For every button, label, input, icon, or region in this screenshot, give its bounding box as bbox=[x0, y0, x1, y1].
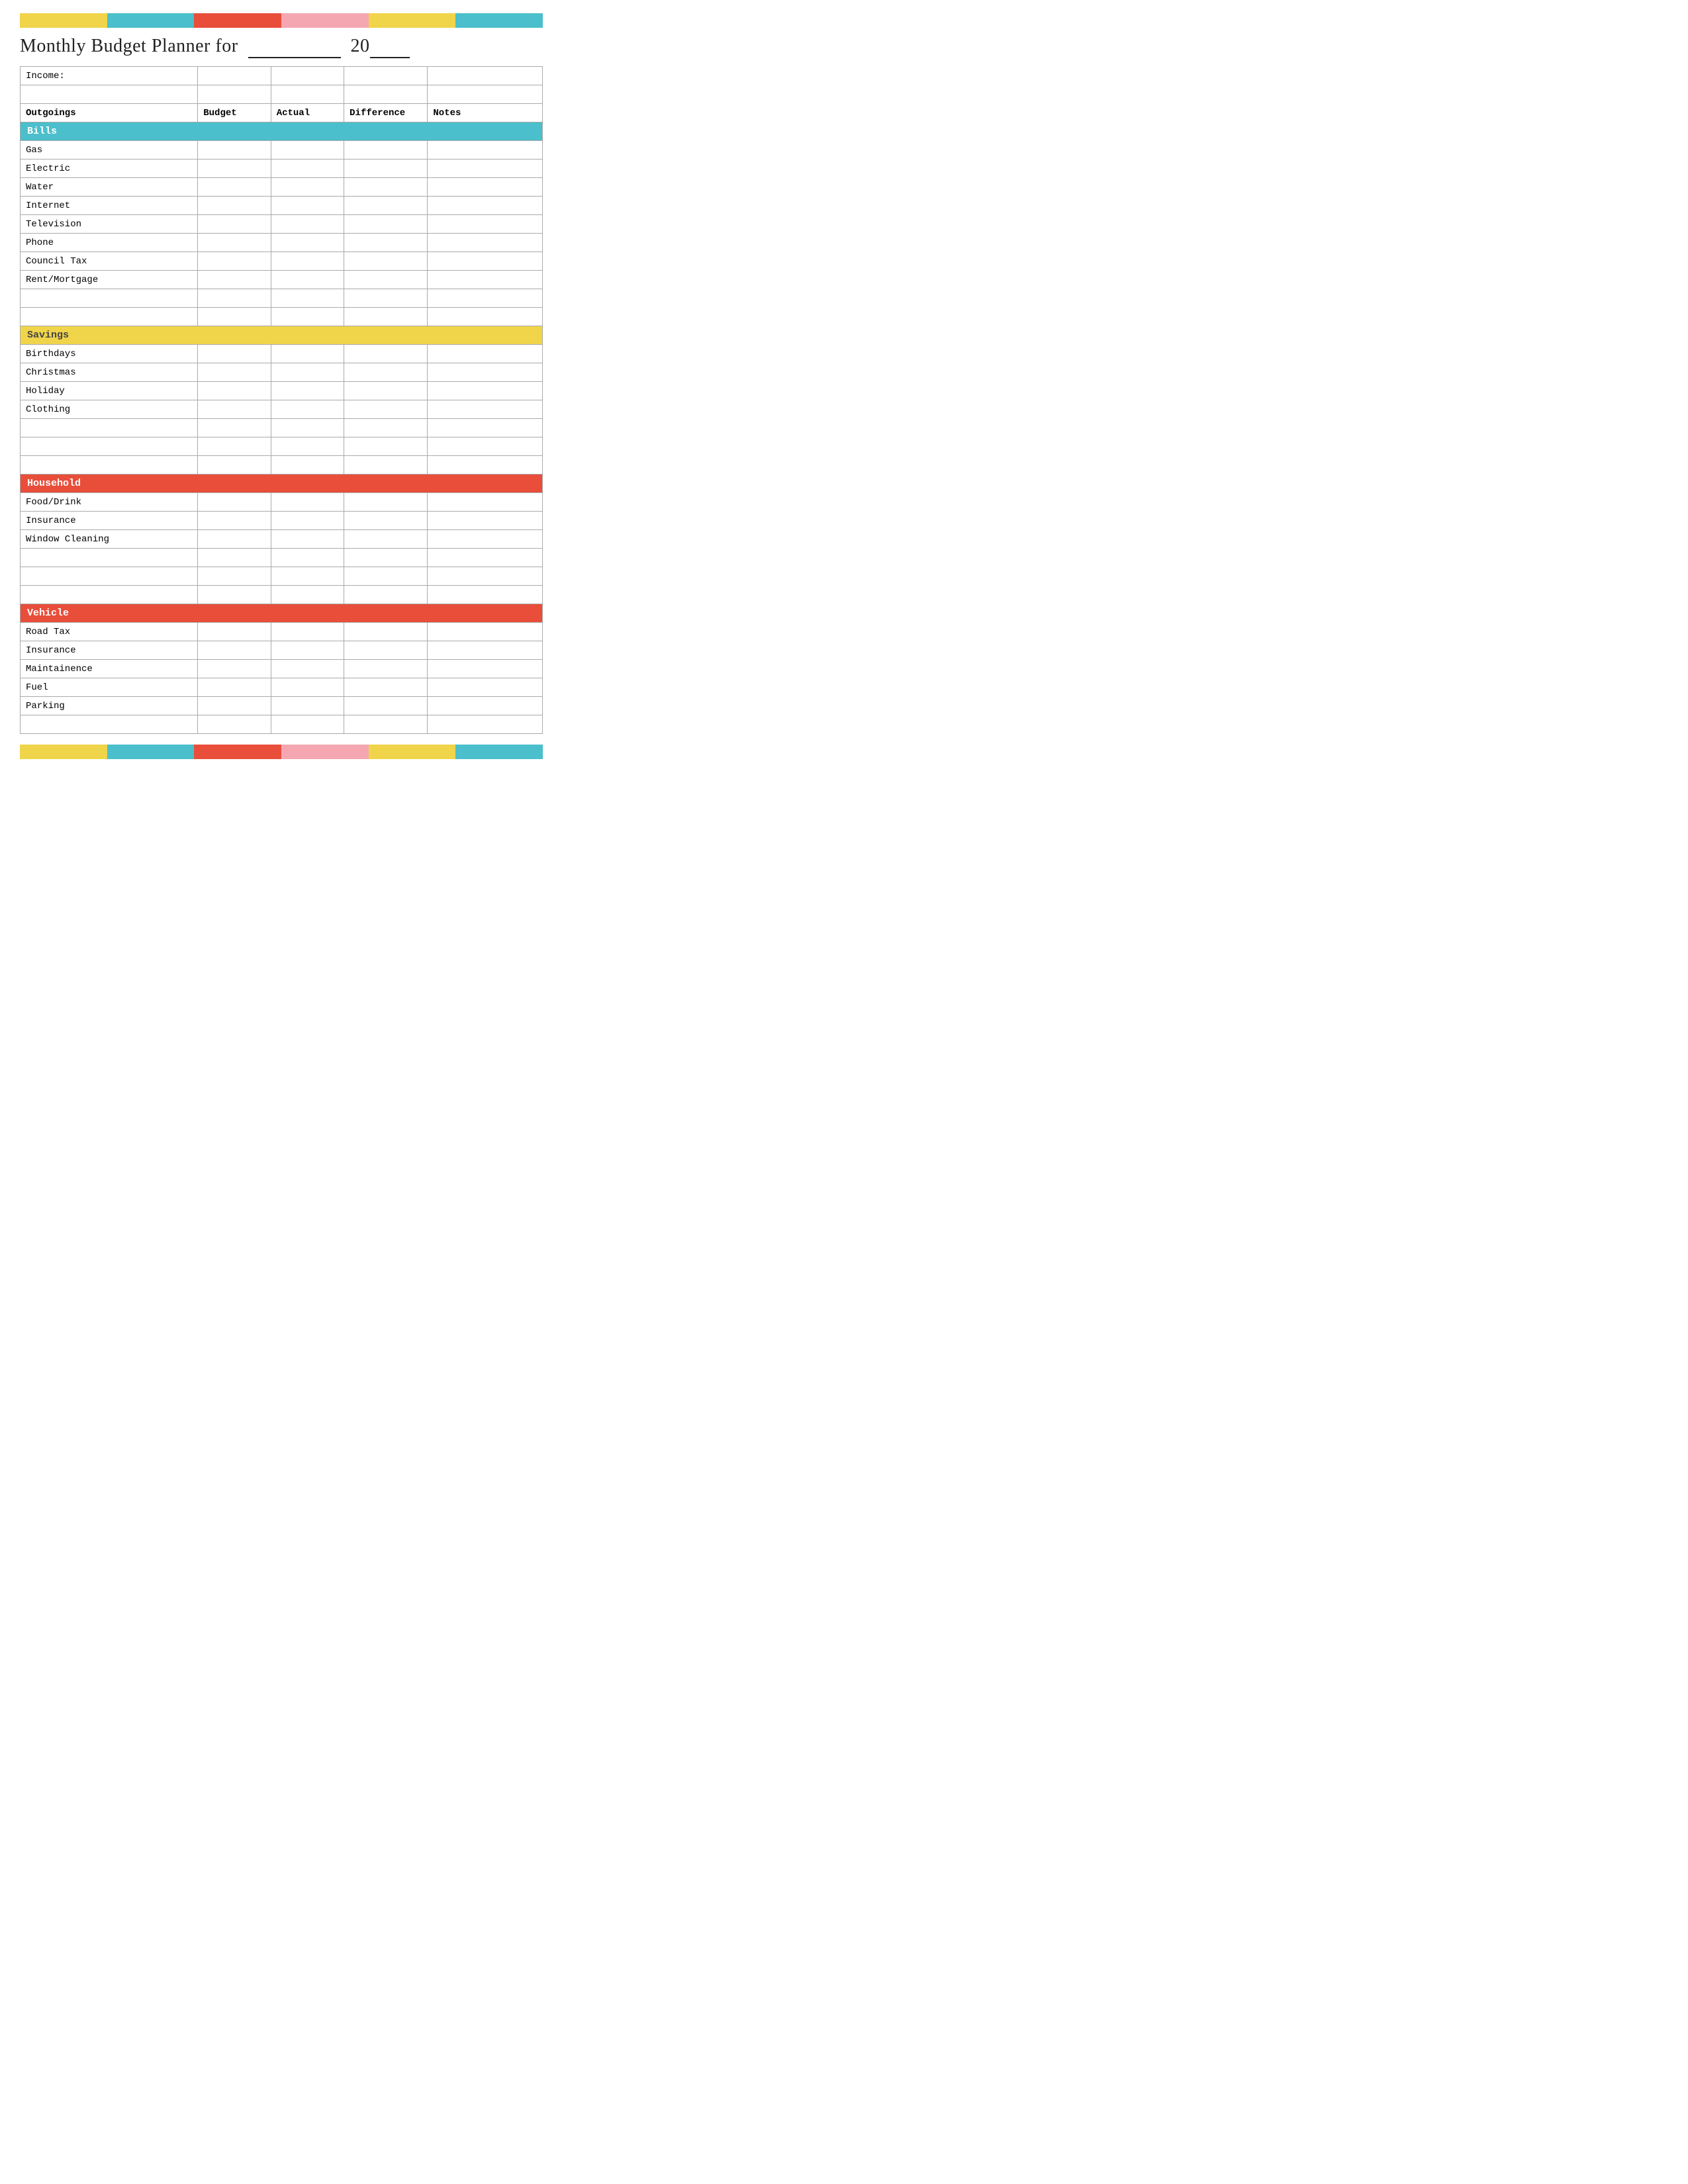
list-item: Maintainence bbox=[21, 660, 543, 678]
income-notes bbox=[428, 67, 543, 85]
empty-row-6 bbox=[21, 456, 543, 475]
top-bar-seg-6 bbox=[238, 13, 281, 28]
bot-bar-seg-10 bbox=[412, 745, 455, 759]
bot-bar-seg-2 bbox=[64, 745, 107, 759]
vehicle-label: Vehicle bbox=[21, 604, 543, 623]
section-vehicle-header: Vehicle bbox=[21, 604, 543, 623]
list-item: Fuel bbox=[21, 678, 543, 697]
income-row: Income: bbox=[21, 67, 543, 85]
header-actual: Actual bbox=[271, 104, 344, 122]
empty-row-10 bbox=[21, 715, 543, 734]
top-bar-seg-2 bbox=[64, 13, 107, 28]
bot-bar-seg-4 bbox=[150, 745, 194, 759]
header-budget: Budget bbox=[198, 104, 271, 122]
section-savings-header: Savings bbox=[21, 326, 543, 345]
income-diff bbox=[344, 67, 428, 85]
empty-row-4 bbox=[21, 419, 543, 437]
list-item: Television bbox=[21, 215, 543, 234]
bot-bar-seg-9 bbox=[369, 745, 412, 759]
list-item: Phone bbox=[21, 234, 543, 252]
empty-row-7 bbox=[21, 549, 543, 567]
list-item: Birthdays bbox=[21, 345, 543, 363]
list-item: Parking bbox=[21, 697, 543, 715]
empty-row-9 bbox=[21, 586, 543, 604]
list-item: Christmas bbox=[21, 363, 543, 382]
bottom-color-bar bbox=[20, 745, 543, 759]
top-bar-seg-7 bbox=[281, 13, 325, 28]
top-bar-seg-12 bbox=[499, 13, 543, 28]
top-bar-seg-11 bbox=[455, 13, 499, 28]
bot-bar-seg-3 bbox=[107, 745, 151, 759]
bot-bar-seg-6 bbox=[238, 745, 281, 759]
empty-row-1 bbox=[21, 85, 543, 104]
title-year-prefix: 20 bbox=[351, 36, 370, 56]
list-item: Electric bbox=[21, 159, 543, 178]
income-label: Income: bbox=[21, 67, 198, 85]
header-difference: Difference bbox=[344, 104, 428, 122]
top-bar-seg-3 bbox=[107, 13, 151, 28]
budget-table: Income: Outgoings Budget Actual Differen… bbox=[20, 66, 543, 734]
title-year-blank bbox=[370, 36, 410, 58]
top-color-bar bbox=[20, 13, 543, 28]
bot-bar-seg-12 bbox=[499, 745, 543, 759]
list-item: Rent/Mortgage bbox=[21, 271, 543, 289]
bot-bar-seg-5 bbox=[194, 745, 238, 759]
list-item: Insurance bbox=[21, 512, 543, 530]
title-name-blank bbox=[248, 36, 341, 58]
section-household-header: Household bbox=[21, 475, 543, 493]
list-item: Road Tax bbox=[21, 623, 543, 641]
household-label: Household bbox=[21, 475, 543, 493]
header-notes: Notes bbox=[428, 104, 543, 122]
list-item: Internet bbox=[21, 197, 543, 215]
top-bar-seg-10 bbox=[412, 13, 455, 28]
page-title: Monthly Budget Planner for 20 bbox=[20, 36, 543, 57]
top-bar-seg-8 bbox=[325, 13, 369, 28]
list-item: Insurance bbox=[21, 641, 543, 660]
top-bar-seg-5 bbox=[194, 13, 238, 28]
top-bar-seg-4 bbox=[150, 13, 194, 28]
list-item: Window Cleaning bbox=[21, 530, 543, 549]
bot-bar-seg-11 bbox=[455, 745, 499, 759]
list-item: Gas bbox=[21, 141, 543, 159]
bot-bar-seg-7 bbox=[281, 745, 325, 759]
bot-bar-seg-1 bbox=[20, 745, 64, 759]
top-bar-seg-1 bbox=[20, 13, 64, 28]
bills-label: Bills bbox=[21, 122, 543, 141]
top-bar-seg-9 bbox=[369, 13, 412, 28]
title-text: Monthly Budget Planner for bbox=[20, 36, 238, 56]
empty-row-5 bbox=[21, 437, 543, 456]
income-actual bbox=[271, 67, 344, 85]
section-bills-header: Bills bbox=[21, 122, 543, 141]
header-outgoings: Outgoings bbox=[21, 104, 198, 122]
bot-bar-seg-8 bbox=[325, 745, 369, 759]
empty-row-2 bbox=[21, 289, 543, 308]
list-item: Clothing bbox=[21, 400, 543, 419]
savings-label: Savings bbox=[21, 326, 543, 345]
empty-row-3 bbox=[21, 308, 543, 326]
income-budget bbox=[198, 67, 271, 85]
list-item: Council Tax bbox=[21, 252, 543, 271]
empty-row-8 bbox=[21, 567, 543, 586]
column-headers: Outgoings Budget Actual Difference Notes bbox=[21, 104, 543, 122]
list-item: Water bbox=[21, 178, 543, 197]
list-item: Holiday bbox=[21, 382, 543, 400]
page: Monthly Budget Planner for 20 Income: Ou… bbox=[0, 0, 563, 772]
list-item: Food/Drink bbox=[21, 493, 543, 512]
